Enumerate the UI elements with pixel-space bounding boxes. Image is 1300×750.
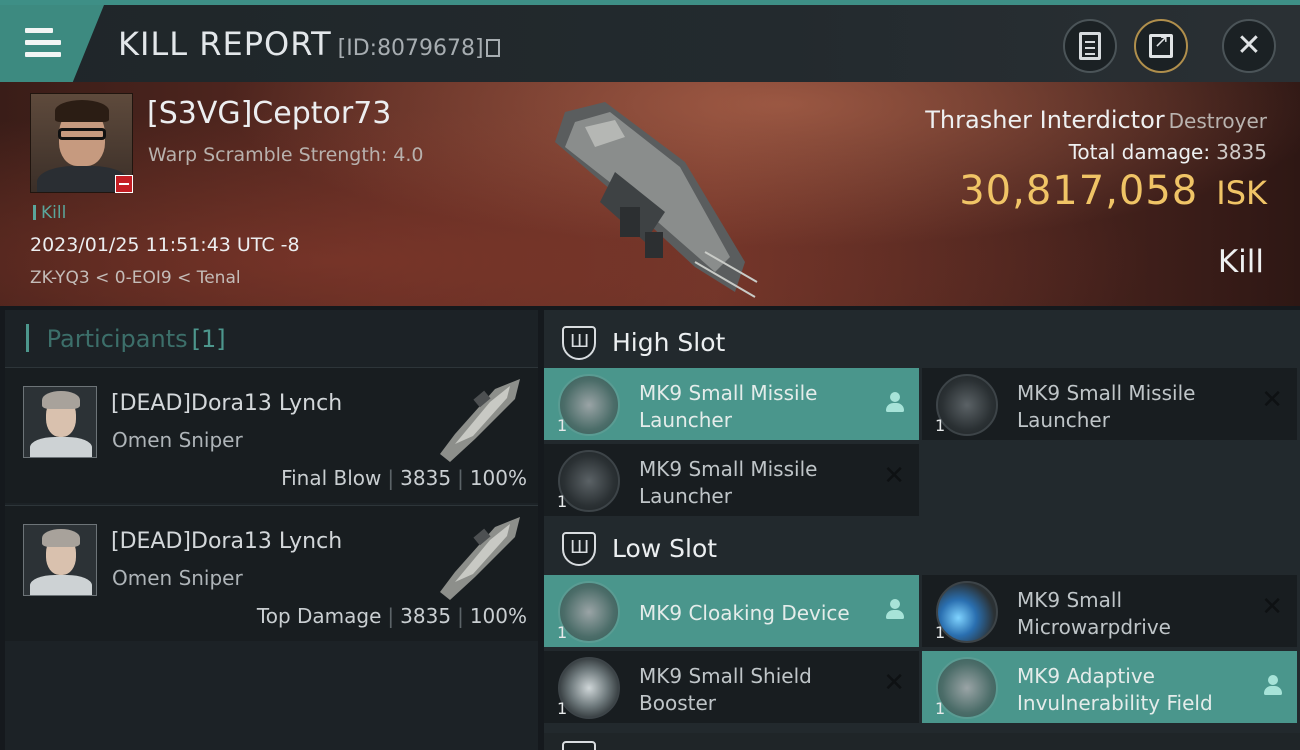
isk-value: 30,817,058: [959, 168, 1199, 214]
participant-role: Top Damage: [256, 604, 382, 628]
module-name: MK9 Small Microwarpdrive: [1017, 588, 1171, 639]
high-slot-title: High Slot: [612, 328, 726, 357]
module-item[interactable]: 1 MK9 Cloaking Device: [544, 575, 919, 647]
mid-slot-header-partial: [544, 733, 1300, 750]
total-damage: Total damage: 3835: [1069, 140, 1267, 164]
isk-unit: ISK: [1216, 174, 1267, 212]
module-item[interactable]: 1 MK9 Small Shield Booster ✕: [544, 651, 919, 723]
missile-launcher-icon: [936, 374, 998, 436]
menu-button[interactable]: [0, 5, 104, 82]
menu-icon: [25, 28, 61, 64]
destroyed-x-icon: ✕: [883, 668, 905, 698]
participant-name: [DEAD]Dora13 Lynch: [111, 391, 343, 416]
kill-badge-icon: [115, 175, 133, 193]
kill-tag: Kill: [33, 203, 66, 223]
missile-launcher-icon: [558, 450, 620, 512]
header-bar: KILL REPORT[ID:8079678] ✕: [0, 0, 1300, 82]
invulnerability-field-icon: [936, 657, 998, 719]
module-quantity: 1: [935, 699, 946, 718]
low-slot-header: Low Slot: [544, 522, 1300, 578]
ship-class: Destroyer: [1168, 109, 1267, 133]
participant-row[interactable]: [DEAD]Dora13 Lynch Omen Sniper Final Blo…: [5, 367, 538, 503]
shield-booster-icon: [558, 657, 620, 719]
ship-name-text: Thrasher Interdictor: [925, 106, 1165, 134]
close-button[interactable]: ✕: [1222, 19, 1276, 73]
victim-subtitle: Warp Scramble Strength: 4.0: [148, 144, 424, 166]
avatar[interactable]: [23, 386, 97, 458]
total-damage-value: 3835: [1216, 140, 1267, 164]
victim-name[interactable]: [S3VG]Ceptor73: [147, 96, 391, 131]
high-slot-header: High Slot: [544, 316, 1300, 372]
module-quantity: 1: [557, 492, 568, 511]
module-item[interactable]: 1 MK9 Small Missile Launcher ✕: [544, 444, 919, 516]
kill-datetime: 2023/01/25 11:51:43 UTC -8: [30, 234, 300, 256]
participant-ship: Omen Sniper: [112, 566, 243, 590]
module-item[interactable]: 1 MK9 Small Missile Launcher ✕: [922, 368, 1297, 440]
module-name: MK9 Small Missile Launcher: [1017, 381, 1196, 432]
participant-damage: 3835: [400, 604, 452, 628]
module-item[interactable]: 1 MK9 Small Missile Launcher: [544, 368, 919, 440]
module-name: MK9 Small Shield Booster: [639, 664, 812, 715]
kill-result-label: Kill: [1217, 244, 1264, 280]
module-name: MK9 Small Missile Launcher: [639, 381, 818, 432]
module-name: MK9 Small Missile Launcher: [639, 457, 818, 508]
module-name: MK9 Adaptive Invulnerability Field: [1017, 664, 1213, 715]
participant-damage: 3835: [400, 466, 452, 490]
page-title: KILL REPORT [ID:8079678]: [118, 25, 500, 63]
low-slot-title: Low Slot: [612, 534, 718, 563]
fitting-panel: High Slot 1 MK9 Small Missile Launcher 1…: [544, 310, 1300, 750]
mid-slot-icon: [562, 741, 596, 750]
participant-ship-image: [440, 517, 520, 600]
participants-count: [1]: [191, 325, 226, 353]
copy-icon[interactable]: [485, 39, 500, 57]
kill-location: ZK-YQ3 < 0-EOI9 < Tenal: [30, 268, 241, 288]
cloaking-device-icon: [558, 581, 620, 643]
module-quantity: 1: [935, 416, 946, 435]
missile-launcher-icon: [558, 374, 620, 436]
module-item[interactable]: 1 MK9 Small Microwarpdrive ✕: [922, 575, 1297, 647]
participant-name: [DEAD]Dora13 Lynch: [111, 529, 343, 554]
participant-stats: Top Damage | 3835 | 100%: [256, 604, 527, 628]
participant-stats: Final Blow | 3835 | 100%: [281, 466, 527, 490]
participant-row[interactable]: [DEAD]Dora13 Lynch Omen Sniper Top Damag…: [5, 505, 538, 641]
isk-value-row: 30,817,058 ISK: [959, 168, 1267, 214]
microwarpdrive-icon: [936, 581, 998, 643]
dropped-person-icon: [886, 599, 904, 619]
dropped-person-icon: [886, 392, 904, 412]
total-damage-label: Total damage:: [1068, 140, 1211, 164]
title-text: KILL REPORT: [118, 25, 332, 63]
report-id: [ID:8079678]: [337, 36, 484, 61]
participant-role: Final Blow: [281, 466, 382, 490]
high-slot-icon: [562, 326, 596, 360]
destroyed-x-icon: ✕: [1261, 385, 1283, 415]
destroyed-x-icon: ✕: [883, 461, 905, 491]
kill-banner: [S3VG]Ceptor73 Warp Scramble Strength: 4…: [0, 82, 1300, 306]
close-icon: ✕: [1236, 28, 1262, 63]
share-icon: [1149, 31, 1173, 58]
destroyed-x-icon: ✕: [1261, 592, 1283, 622]
participant-ship: Omen Sniper: [112, 428, 243, 452]
avatar[interactable]: [23, 524, 97, 596]
module-quantity: 1: [935, 623, 946, 642]
participants-title-text: Participants: [46, 325, 188, 353]
document-button[interactable]: [1063, 19, 1117, 73]
participants-panel: Participants [1] [DEAD]Dora13 Lynch Omen …: [5, 310, 538, 750]
participant-ship-image: [440, 379, 520, 462]
participant-percent: 100%: [469, 604, 527, 628]
dropped-person-icon: [1264, 675, 1282, 695]
document-icon: [1079, 32, 1101, 60]
module-quantity: 1: [557, 623, 568, 642]
module-item[interactable]: 1 MK9 Adaptive Invulnerability Field: [922, 651, 1297, 723]
participants-title: Participants [1]: [26, 324, 226, 353]
share-button[interactable]: [1134, 19, 1188, 73]
module-name: MK9 Cloaking Device: [639, 601, 850, 625]
module-quantity: 1: [557, 699, 568, 718]
low-slot-icon: [562, 532, 596, 566]
participant-percent: 100%: [469, 466, 527, 490]
module-quantity: 1: [557, 416, 568, 435]
ship-name[interactable]: Thrasher Interdictor Destroyer: [925, 106, 1267, 134]
ship-image: [555, 102, 758, 298]
